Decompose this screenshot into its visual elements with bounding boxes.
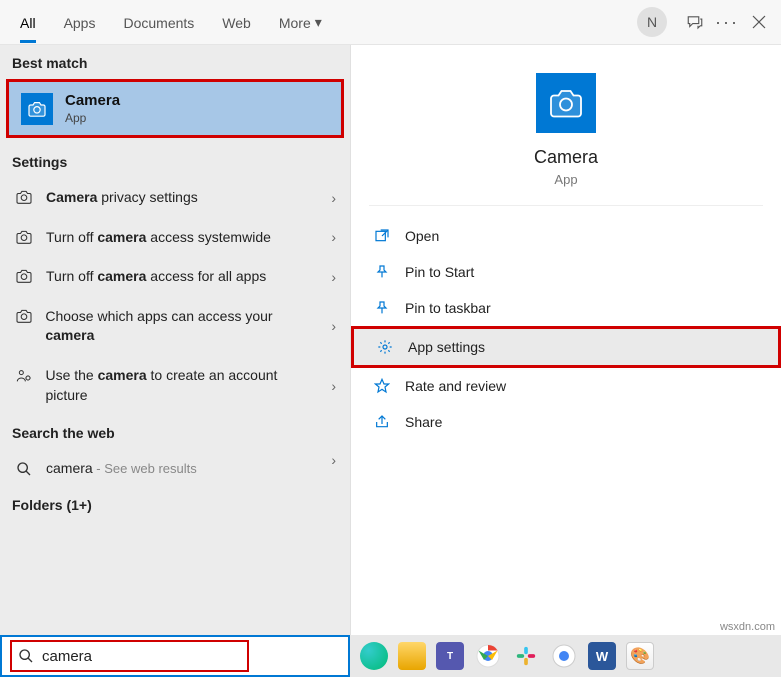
action-share[interactable]: Share (351, 404, 781, 440)
gear-icon (376, 339, 394, 355)
setting-post: privacy settings (97, 189, 197, 205)
open-icon (373, 228, 391, 244)
preview-panel: Camera App Open Pin to Start Pin to task… (350, 45, 781, 635)
tab-more-label: More (279, 15, 311, 31)
camera-outline-icon (14, 228, 34, 244)
share-icon (373, 414, 391, 430)
preview-subtitle: App (554, 172, 577, 187)
camera-outline-icon (14, 267, 34, 283)
search-icon (14, 459, 34, 477)
setting-turn-off-systemwide[interactable]: Turn off camera access systemwide › (0, 218, 350, 258)
search-icon (18, 648, 34, 664)
setting-choose-apps[interactable]: Choose which apps can access your camera… (0, 297, 350, 356)
best-match-camera[interactable]: Camera App (6, 79, 344, 138)
paint-icon[interactable]: 🎨 (626, 642, 654, 670)
setting-pre: Choose which apps can access your (45, 308, 272, 324)
tab-more[interactable]: More ▾ (265, 2, 336, 42)
camera-icon (21, 93, 53, 125)
setting-post: access systemwide (146, 229, 270, 245)
file-explorer-icon[interactable] (398, 642, 426, 670)
chevron-right-icon: › (331, 452, 336, 468)
pin-icon (373, 264, 391, 280)
chevron-right-icon: › (331, 378, 336, 394)
action-label: App settings (408, 339, 485, 355)
person-settings-icon (14, 366, 33, 384)
edge-icon[interactable] (360, 642, 388, 670)
setting-bold: camera (97, 229, 146, 245)
star-icon (373, 378, 391, 394)
more-options-icon[interactable]: ··· (711, 6, 743, 38)
action-app-settings[interactable]: App settings (351, 326, 781, 368)
best-match-subtitle: App (65, 111, 120, 125)
setting-bold: camera (98, 367, 147, 383)
chevron-down-icon: ▾ (315, 14, 322, 31)
chevron-right-icon: › (331, 190, 336, 206)
setting-bold: camera (45, 327, 94, 343)
search-input[interactable] (42, 648, 241, 665)
camera-outline-icon (14, 188, 34, 204)
search-tabs: All Apps Documents Web More ▾ N ··· (0, 0, 781, 45)
tab-apps[interactable]: Apps (50, 3, 110, 42)
preview-title: Camera (534, 147, 598, 168)
camera-app-icon (536, 73, 596, 133)
tab-all[interactable]: All (6, 3, 50, 42)
chrome-beta-icon[interactable] (550, 642, 578, 670)
search-bar[interactable] (0, 635, 350, 677)
results-panel: Best match Camera App Settings Camera pr… (0, 45, 350, 635)
action-label: Pin to Start (405, 264, 474, 280)
setting-account-picture[interactable]: Use the camera to create an account pict… (0, 356, 350, 415)
action-rate-review[interactable]: Rate and review (351, 368, 781, 404)
close-icon[interactable] (743, 6, 775, 38)
chevron-right-icon: › (331, 269, 336, 285)
setting-pre: Turn off (46, 268, 97, 284)
action-pin-start[interactable]: Pin to Start (351, 254, 781, 290)
setting-pre: Use the (45, 367, 97, 383)
chevron-right-icon: › (331, 229, 336, 245)
web-term: camera (46, 460, 93, 476)
chevron-right-icon: › (331, 318, 336, 334)
section-settings: Settings (0, 144, 350, 178)
action-label: Rate and review (405, 378, 506, 394)
pin-icon (373, 300, 391, 316)
setting-bold: Camera (46, 189, 97, 205)
camera-outline-icon (14, 307, 33, 323)
setting-bold: camera (97, 268, 146, 284)
setting-pre: Turn off (46, 229, 97, 245)
setting-camera-privacy[interactable]: Camera privacy settings › (0, 178, 350, 218)
watermark: wsxdn.com (720, 621, 775, 633)
feedback-icon[interactable] (679, 6, 711, 38)
setting-turn-off-all-apps[interactable]: Turn off camera access for all apps › (0, 257, 350, 297)
best-match-title: Camera (65, 92, 120, 109)
slack-icon[interactable] (512, 642, 540, 670)
action-open[interactable]: Open (351, 218, 781, 254)
section-search-web: Search the web (0, 415, 350, 449)
tab-documents[interactable]: Documents (109, 3, 208, 42)
web-result-camera[interactable]: camera - See web results › (0, 449, 350, 487)
web-hint: - See web results (93, 461, 197, 476)
action-label: Pin to taskbar (405, 300, 491, 316)
teams-icon[interactable]: T (436, 642, 464, 670)
chrome-icon[interactable] (474, 642, 502, 670)
action-label: Share (405, 414, 442, 430)
taskbar: T W 🎨 (350, 635, 781, 677)
action-pin-taskbar[interactable]: Pin to taskbar (351, 290, 781, 326)
user-avatar[interactable]: N (637, 7, 667, 37)
setting-post: access for all apps (146, 268, 266, 284)
tab-web[interactable]: Web (208, 3, 265, 42)
action-label: Open (405, 228, 439, 244)
word-icon[interactable]: W (588, 642, 616, 670)
section-best-match: Best match (0, 45, 350, 79)
section-folders: Folders (1+) (0, 487, 350, 521)
